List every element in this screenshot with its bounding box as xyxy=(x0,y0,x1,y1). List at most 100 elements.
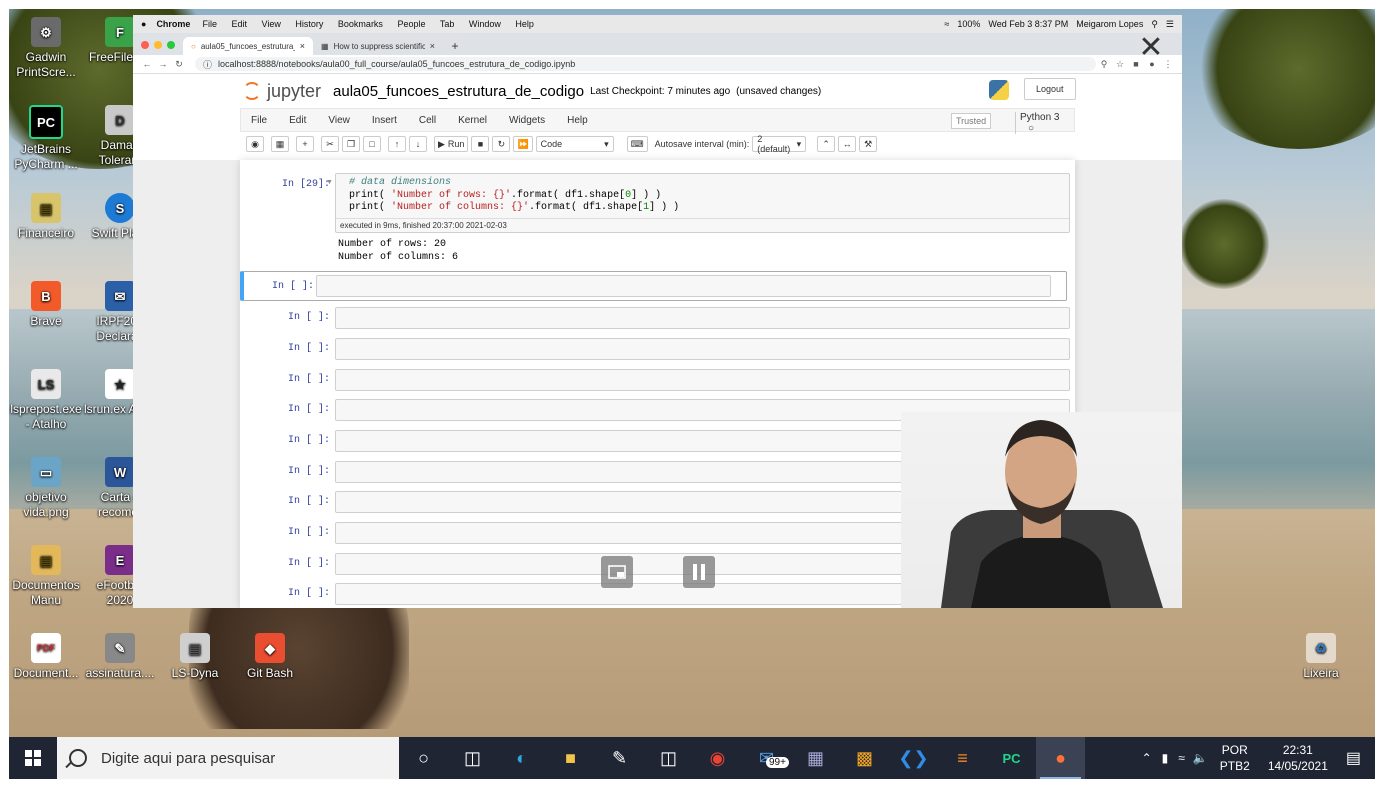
cut-icon[interactable]: ✂ xyxy=(321,136,339,152)
taskbar-firefox[interactable]: ● xyxy=(1036,737,1085,779)
paste-icon[interactable]: □ xyxy=(363,136,381,152)
cell-type-select[interactable]: Code ▾ xyxy=(535,136,614,152)
mac-menu-bookmarks[interactable]: Bookmarks xyxy=(338,19,383,29)
mac-menu-help[interactable]: Help xyxy=(515,19,534,29)
pip-button[interactable] xyxy=(601,556,633,588)
mac-menu-window[interactable]: Window xyxy=(469,19,501,29)
collapse-caret-icon[interactable]: ▼ xyxy=(326,179,333,186)
spotlight-icon[interactable]: ⚲ xyxy=(1151,19,1158,30)
menu-insert[interactable]: Insert xyxy=(372,115,397,126)
control-center-icon[interactable]: ☰ xyxy=(1166,19,1174,30)
desktop-icon-lsprepost[interactable]: LS lsprepost.exe - Atalho xyxy=(9,369,84,432)
reload-icon[interactable]: ↻ xyxy=(171,59,187,70)
taskbar-search-box[interactable]: Digite aqui para pesquisar xyxy=(57,737,399,779)
add-cell-icon[interactable]: + xyxy=(296,136,314,152)
battery-icon[interactable]: ▮ xyxy=(1162,751,1169,765)
zoom-window-button[interactable] xyxy=(167,41,175,49)
menu-widgets[interactable]: Widgets xyxy=(509,115,545,126)
desktop-icon-ls-dyna[interactable]: ▤ LS-Dyna xyxy=(157,633,233,681)
interrupt-kernel-icon[interactable]: ■ xyxy=(471,136,490,152)
restart-kernel-icon[interactable]: ↻ xyxy=(492,136,511,152)
language-indicator[interactable]: POR PTB2 xyxy=(1220,742,1250,774)
desktop-icon-brave[interactable]: B Brave xyxy=(9,281,84,329)
move-up-icon[interactable]: ↑ xyxy=(388,136,406,152)
mac-menu-history[interactable]: History xyxy=(295,19,323,29)
tray-chevron-up-icon[interactable]: ⌃ xyxy=(1142,751,1152,765)
trusted-badge[interactable]: Trusted xyxy=(951,113,992,129)
desktop-icon-pycharm[interactable]: PC JetBrains PyCharm ... xyxy=(9,105,84,172)
start-button[interactable] xyxy=(9,737,57,779)
task-view-button[interactable]: ◫ xyxy=(448,737,497,779)
taskbar-vscode[interactable]: ❮❯ xyxy=(889,737,938,779)
bookmark-star-icon[interactable]: ☆ xyxy=(1112,59,1128,70)
menu-help[interactable]: Help xyxy=(567,115,588,126)
notebook-name[interactable]: aula05_funcoes_estrutura_de_codigo xyxy=(333,83,584,100)
expand-width-icon[interactable]: ↔ xyxy=(838,136,857,152)
volume-icon[interactable]: 🔈 xyxy=(1193,751,1208,765)
save-icon[interactable]: ◉ xyxy=(246,136,264,152)
move-down-icon[interactable]: ↓ xyxy=(409,136,427,152)
minimize-window-button[interactable] xyxy=(154,41,162,49)
code-input[interactable] xyxy=(316,275,1051,297)
wifi-icon[interactable]: ≈ xyxy=(944,19,949,29)
code-cell[interactable]: In [ ]: xyxy=(250,306,1070,330)
taskbar-notepad[interactable]: ✎ xyxy=(595,737,644,779)
clock[interactable]: 22:31 14/05/2021 xyxy=(1268,742,1328,774)
desktop-icon-financeiro[interactable]: ▤ Financeiro xyxy=(9,193,84,241)
taskbar-file-explorer[interactable]: ■ xyxy=(546,737,595,779)
desktop-icon-recycle-bin[interactable]: ♻ Lixeira xyxy=(1283,633,1359,681)
new-tab-button[interactable]: + xyxy=(443,37,467,55)
code-cell-selected[interactable]: In [ ]: xyxy=(240,271,1067,301)
autosave-select[interactable]: 2 (default) ▾ xyxy=(752,134,807,154)
taskbar-mail[interactable]: ✉ 99+ xyxy=(742,737,791,779)
cortana-button[interactable]: ○ xyxy=(399,737,448,779)
url-bar[interactable]: ⓘ localhost:8888/notebooks/aula00_full_c… xyxy=(195,57,1096,71)
code-cell-executed[interactable]: In [29]: ▼ # data dimensions print( 'Num… xyxy=(250,173,1070,263)
menu-edit[interactable]: Edit xyxy=(289,115,306,126)
code-cell[interactable]: In [ ]: xyxy=(250,337,1070,361)
zoom-icon[interactable]: ⚲ xyxy=(1096,59,1112,70)
desktop-icon-document-pdf[interactable]: PDF Document... xyxy=(9,633,84,681)
desktop-icon-gadwin[interactable]: ⚙ Gadwin PrintScre... xyxy=(9,17,84,80)
menu-cell[interactable]: Cell xyxy=(419,115,436,126)
taskbar-edge[interactable]: ◐ xyxy=(497,737,546,779)
close-tab-icon[interactable]: × xyxy=(300,41,305,51)
taskbar-app-grid[interactable]: ▦ xyxy=(791,737,840,779)
close-tab-icon[interactable]: × xyxy=(430,41,435,51)
mac-menu-tab[interactable]: Tab xyxy=(440,19,455,29)
taskbar-pycharm[interactable]: PC xyxy=(987,737,1036,779)
tab-stackoverflow[interactable]: ▦ How to suppress scientific no... × xyxy=(313,37,443,55)
desktop-icon-documentos-manu[interactable]: ▤ Documentos Manu xyxy=(9,545,84,608)
wrench-icon[interactable]: ⚒ xyxy=(859,136,878,152)
forward-icon[interactable]: → xyxy=(155,59,171,69)
logout-button[interactable]: Logout xyxy=(1024,78,1076,100)
code-input[interactable] xyxy=(335,338,1070,360)
tab-notebook[interactable]: ○ aula05_funcoes_estrutura_de... × xyxy=(183,37,313,55)
code-input[interactable] xyxy=(335,307,1070,329)
taskbar-store[interactable]: ◫ xyxy=(644,737,693,779)
collapse-up-icon[interactable]: ⌃ xyxy=(817,136,836,152)
command-palette-icon[interactable]: ⌨ xyxy=(626,136,648,152)
desktop-icon-objetivo-vida[interactable]: ▭ objetivo vida.png xyxy=(9,457,84,520)
code-input[interactable]: # data dimensions print( 'Number of rows… xyxy=(335,173,1070,233)
taskbar-colorful-app[interactable]: ▩ xyxy=(840,737,889,779)
close-window-button[interactable] xyxy=(141,41,149,49)
close-video-button[interactable]: ✕ xyxy=(1138,33,1164,63)
restart-run-all-icon[interactable]: ⏩ xyxy=(513,136,533,152)
pause-button[interactable] xyxy=(683,556,715,588)
mac-user[interactable]: Meigarom Lopes xyxy=(1076,19,1143,29)
menu-view[interactable]: View xyxy=(328,115,350,126)
insert-cell-below-icon[interactable]: ▦ xyxy=(271,136,289,152)
desktop-icon-git-bash[interactable]: ◆ Git Bash xyxy=(232,633,308,681)
mac-menu-people[interactable]: People xyxy=(397,19,425,29)
taskbar-sublime[interactable]: ≡ xyxy=(938,737,987,779)
desktop-icon-assinatura[interactable]: ✎ assinatura.... xyxy=(82,633,158,681)
mac-menu-view[interactable]: View xyxy=(262,19,281,29)
mac-menu-edit[interactable]: Edit xyxy=(231,19,247,29)
mac-menu-file[interactable]: File xyxy=(202,19,217,29)
notifications-icon[interactable]: ▤ xyxy=(1346,748,1361,768)
taskbar-chrome[interactable]: ◉ xyxy=(693,737,742,779)
menu-file[interactable]: File xyxy=(251,115,267,126)
code-input[interactable] xyxy=(335,369,1070,391)
menu-kernel[interactable]: Kernel xyxy=(458,115,487,126)
